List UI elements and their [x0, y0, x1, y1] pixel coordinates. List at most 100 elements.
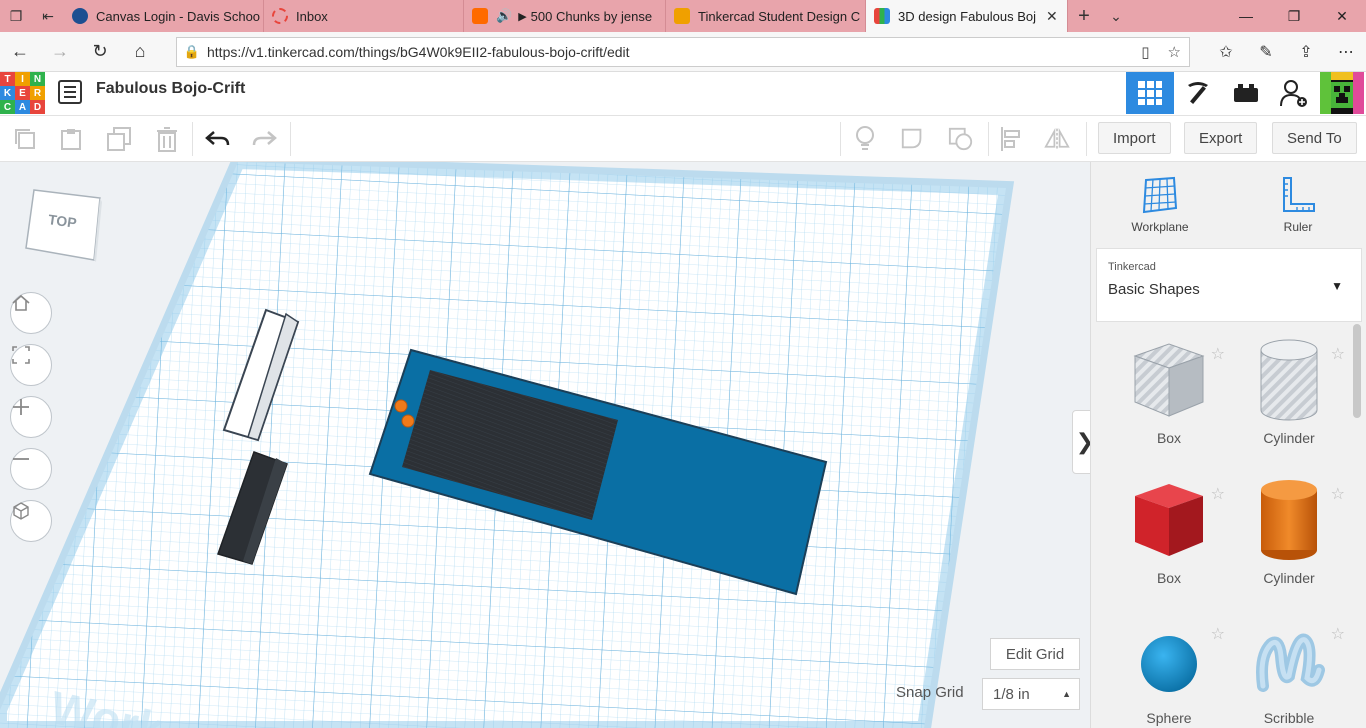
shape-tile-cylinder-hole[interactable]: Cylinder ☆: [1229, 336, 1349, 476]
paste-icon[interactable]: [58, 126, 84, 152]
light-bulb-icon[interactable]: [852, 126, 878, 152]
perspective-cube-icon[interactable]: [10, 500, 52, 542]
shapes-panel: Workplane Ruler Tinkercad Basic Shapes ▼…: [1090, 162, 1366, 728]
group-icon[interactable]: [900, 126, 926, 152]
dropdown-caret-icon: ▼: [1331, 279, 1343, 293]
copy-icon[interactable]: [12, 126, 38, 152]
align-icon[interactable]: [998, 126, 1024, 152]
tab-actions-icon[interactable]: ❐: [0, 0, 32, 32]
orange-cylinder-shape[interactable]: [394, 399, 408, 413]
fit-view-icon[interactable]: [10, 344, 52, 386]
workplane-canvas[interactable]: Work: [0, 162, 1090, 728]
shape-label: Box: [1156, 430, 1182, 446]
3d-design-view-icon[interactable]: [1126, 72, 1174, 114]
design-menu-icon[interactable]: [58, 80, 82, 104]
scribble-icon: [1256, 633, 1325, 692]
soundcloud-favicon-icon: [472, 8, 488, 24]
shape-tile-scribble[interactable]: Scribble ☆: [1229, 616, 1349, 728]
favorite-star-icon[interactable]: ☆: [1331, 344, 1345, 364]
cylinder-icon: [1261, 480, 1317, 560]
snap-grid-select[interactable]: 1/8 in ▲: [982, 678, 1080, 710]
minecraft-pickaxe-icon[interactable]: [1174, 72, 1222, 114]
close-window-icon[interactable]: ✕: [1318, 0, 1366, 32]
bricks-icon[interactable]: [1222, 72, 1270, 114]
favorite-star-icon[interactable]: ☆: [1211, 484, 1225, 504]
redo-icon[interactable]: [252, 126, 278, 152]
collapse-panel-chevron-icon[interactable]: ❯: [1072, 410, 1090, 474]
box-hole-icon: [1133, 343, 1205, 417]
set-aside-tabs-icon[interactable]: ⇤: [32, 0, 64, 32]
tinkercad-header: TIN KER CAD Fabulous Bojo-Crift: [0, 72, 1366, 116]
edit-grid-button[interactable]: Edit Grid: [990, 638, 1080, 670]
canvas-favicon-icon: [72, 8, 88, 24]
workplane-tool[interactable]: Workplane: [1091, 162, 1229, 248]
web-note-icon[interactable]: ✎: [1246, 32, 1286, 72]
browser-tab[interactable]: Canvas Login - Davis Schoo: [64, 0, 264, 32]
favorite-star-icon[interactable]: ☆: [1331, 624, 1345, 644]
browser-tab[interactable]: 🔊 ▶ 500 Chunks by jense: [464, 0, 666, 32]
browser-tab[interactable]: Tinkercad Student Design C: [666, 0, 866, 32]
new-tab-icon[interactable]: +: [1068, 0, 1100, 32]
shape-library-select[interactable]: Tinkercad Basic Shapes ▼: [1096, 248, 1362, 322]
ruler-tool[interactable]: Ruler: [1229, 162, 1366, 248]
box-icon: [1135, 484, 1203, 556]
avatar[interactable]: [1318, 72, 1366, 114]
add-user-icon[interactable]: [1270, 72, 1318, 114]
audio-playing-icon[interactable]: 🔊: [496, 8, 512, 24]
reading-view-icon[interactable]: ▯: [1141, 43, 1149, 61]
library-category: Tinkercad: [1108, 261, 1156, 273]
back-icon[interactable]: ←: [0, 32, 40, 72]
workplane-viewport[interactable]: Work TOP Edit Grid Snap Grid 1/8 in ▲ ❯: [0, 162, 1090, 728]
logo-letter: T: [0, 72, 15, 86]
refresh-icon[interactable]: ↻: [80, 32, 120, 72]
shape-label: Sphere: [1146, 710, 1192, 726]
tinkercad-logo[interactable]: TIN KER CAD: [0, 72, 45, 114]
duplicate-icon[interactable]: [106, 126, 132, 152]
export-button[interactable]: Export: [1184, 122, 1258, 154]
tinkercad-favicon-icon: [874, 8, 890, 24]
ruler-label: Ruler: [1283, 220, 1313, 234]
logo-letter: K: [0, 86, 15, 100]
tab-preview-chevron-icon[interactable]: ⌄: [1100, 0, 1132, 32]
shape-tile-sphere[interactable]: Sphere ☆: [1109, 616, 1229, 728]
restore-icon[interactable]: ❐: [1270, 0, 1318, 32]
shape-label: Scribble: [1263, 710, 1315, 726]
ungroup-icon[interactable]: [948, 126, 974, 152]
mirror-icon[interactable]: [1044, 126, 1070, 152]
favorite-star-icon[interactable]: ☆: [1331, 484, 1345, 504]
design-title[interactable]: Fabulous Bojo-Crift: [96, 80, 245, 98]
sphere-icon: [1141, 636, 1197, 692]
import-button[interactable]: Import: [1098, 122, 1171, 154]
orange-cylinder-shape[interactable]: [401, 414, 415, 428]
more-options-icon[interactable]: ⋯: [1326, 32, 1366, 72]
panel-scrollbar[interactable]: [1353, 324, 1361, 418]
browser-tab-active[interactable]: 3D design Fabulous Boj ✕: [866, 0, 1068, 32]
minimize-icon[interactable]: —: [1222, 0, 1270, 32]
undo-icon[interactable]: [204, 126, 230, 152]
url-field[interactable]: 🔒 https://v1.tinkercad.com/things/bG4W0k…: [176, 37, 1190, 67]
lock-icon: 🔒: [183, 44, 201, 59]
zoom-in-icon[interactable]: [10, 396, 52, 438]
url-text: https://v1.tinkercad.com/things/bG4W0k9E…: [207, 44, 630, 60]
browser-tab[interactable]: Inbox: [264, 0, 464, 32]
favorites-hub-icon[interactable]: ✩: [1206, 32, 1246, 72]
shape-tile-box[interactable]: Box ☆: [1109, 476, 1229, 616]
logo-letter: I: [15, 72, 30, 86]
send-to-button[interactable]: Send To: [1272, 122, 1357, 154]
home-view-icon[interactable]: [10, 292, 52, 334]
zoom-out-icon[interactable]: [10, 448, 52, 490]
share-icon[interactable]: ⇪: [1286, 32, 1326, 72]
shape-tile-cylinder[interactable]: Cylinder ☆: [1229, 476, 1349, 616]
caret-up-icon: ▲: [1062, 689, 1071, 699]
shape-tile-box-hole[interactable]: Box ☆: [1109, 336, 1229, 476]
close-tab-icon[interactable]: ✕: [1046, 8, 1058, 25]
tab-title: Canvas Login - Davis Schoo: [96, 8, 261, 24]
snap-grid-label: Snap Grid: [896, 684, 964, 701]
favorite-star-icon[interactable]: ☆: [1211, 624, 1225, 644]
home-icon[interactable]: ⌂: [120, 32, 160, 72]
forward-icon[interactable]: →: [40, 32, 80, 72]
favorite-star-icon[interactable]: ☆: [1168, 43, 1181, 61]
delete-icon[interactable]: [154, 126, 180, 152]
favorite-star-icon[interactable]: ☆: [1211, 344, 1225, 364]
logo-letter: N: [30, 72, 45, 86]
